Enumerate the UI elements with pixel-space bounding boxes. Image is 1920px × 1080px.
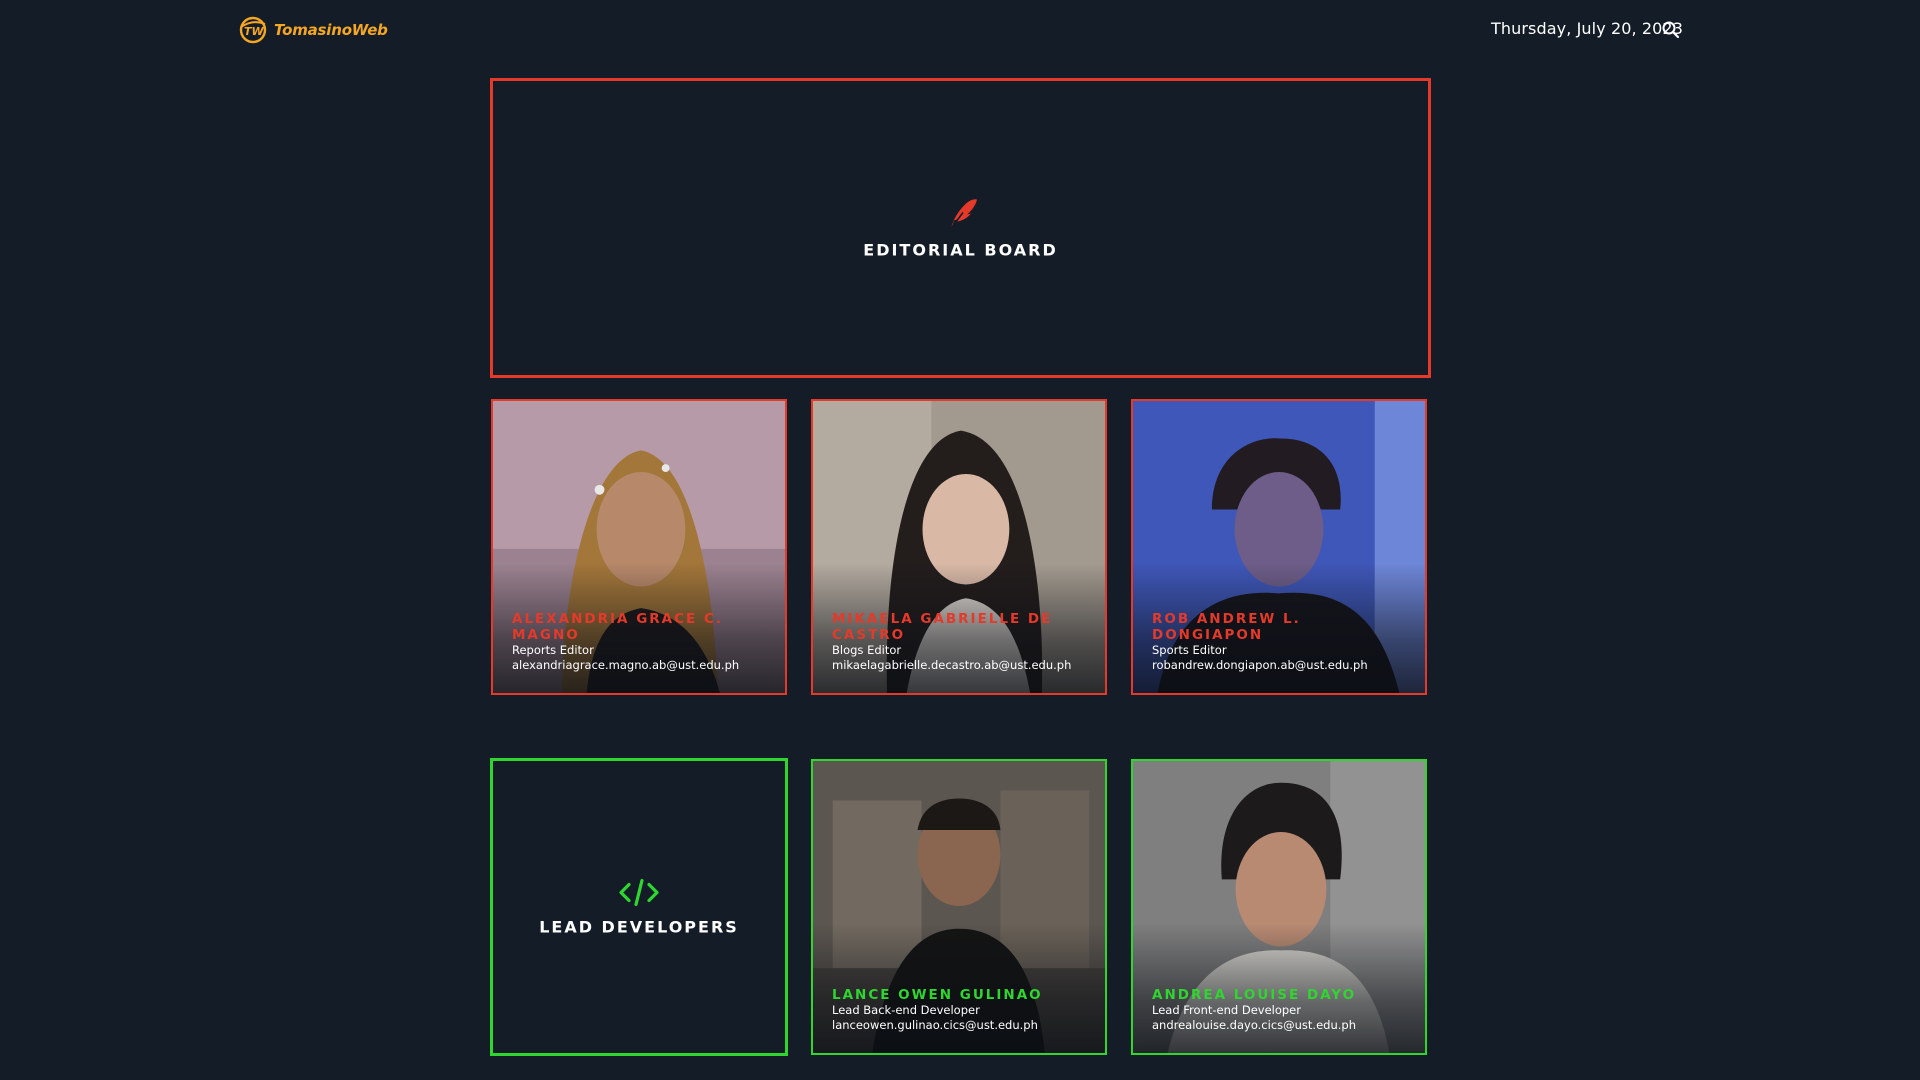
member-card[interactable]: ROB ANDREW L. DONGIAPON Sports Editor ro… — [1131, 399, 1427, 695]
member-name: ROB ANDREW L. DONGIAPON — [1152, 611, 1301, 643]
member-info: MIKAELA GABRIELLE DE CASTRO Blogs Editor… — [832, 611, 1093, 673]
search-icon — [1662, 21, 1680, 39]
member-card[interactable]: LANCE OWEN GULINAO Lead Back-end Develop… — [811, 759, 1107, 1055]
member-email[interactable]: robandrew.dongiapon.ab@ust.edu.ph — [1152, 658, 1413, 673]
member-info: ALEXANDRIA GRACE C. MAGNO Reports Editor… — [512, 611, 773, 673]
lead-developers-title: LEAD DEVELOPERS — [539, 917, 739, 937]
member-email[interactable]: alexandriagrace.magno.ab@ust.edu.ph — [512, 658, 773, 673]
svg-text:TW: TW — [244, 25, 265, 38]
member-email[interactable]: andrealouise.dayo.cics@ust.edu.ph — [1152, 1018, 1413, 1033]
current-date: Thursday, July 20, 2023 — [1491, 19, 1683, 38]
member-info: ANDREA LOUISE DAYO Lead Front-end Develo… — [1152, 987, 1413, 1033]
member-role: Lead Front-end Developer — [1152, 1003, 1301, 1017]
member-email[interactable]: lanceowen.gulinao.cics@ust.edu.ph — [832, 1018, 1093, 1033]
member-name: LANCE OWEN GULINAO — [832, 987, 1043, 1003]
brand-logo[interactable]: TW TomasinoWeb — [238, 13, 388, 47]
editorial-board-header: EDITORIAL BOARD — [490, 78, 1431, 378]
member-card[interactable]: ALEXANDRIA GRACE C. MAGNO Reports Editor… — [491, 399, 787, 695]
member-role: Lead Back-end Developer — [832, 1003, 980, 1017]
top-bar: TW TomasinoWeb Thursday, July 20, 2023 — [0, 0, 1920, 60]
member-info: LANCE OWEN GULINAO Lead Back-end Develop… — [832, 987, 1093, 1033]
member-info: ROB ANDREW L. DONGIAPON Sports Editor ro… — [1152, 611, 1413, 673]
lead-developers-header: LEAD DEVELOPERS — [490, 758, 788, 1056]
member-role: Sports Editor — [1152, 643, 1227, 657]
tomasinoweb-logo-icon: TW — [239, 16, 267, 44]
member-card[interactable]: MIKAELA GABRIELLE DE CASTRO Blogs Editor… — [811, 399, 1107, 695]
member-name: MIKAELA GABRIELLE DE CASTRO — [832, 611, 1053, 643]
member-name: ALEXANDRIA GRACE C. MAGNO — [512, 611, 723, 643]
brand-name: TomasinoWeb — [274, 21, 388, 39]
editorial-board-title: EDITORIAL BOARD — [863, 240, 1058, 260]
member-name: ANDREA LOUISE DAYO — [1152, 987, 1357, 1003]
code-icon — [619, 878, 659, 907]
member-email[interactable]: mikaelagabrielle.decastro.ab@ust.edu.ph — [832, 658, 1093, 673]
feather-icon — [949, 199, 977, 229]
member-card[interactable]: ANDREA LOUISE DAYO Lead Front-end Develo… — [1131, 759, 1427, 1055]
member-role: Reports Editor — [512, 643, 594, 657]
search-button[interactable] — [1661, 20, 1681, 40]
member-role: Blogs Editor — [832, 643, 902, 657]
